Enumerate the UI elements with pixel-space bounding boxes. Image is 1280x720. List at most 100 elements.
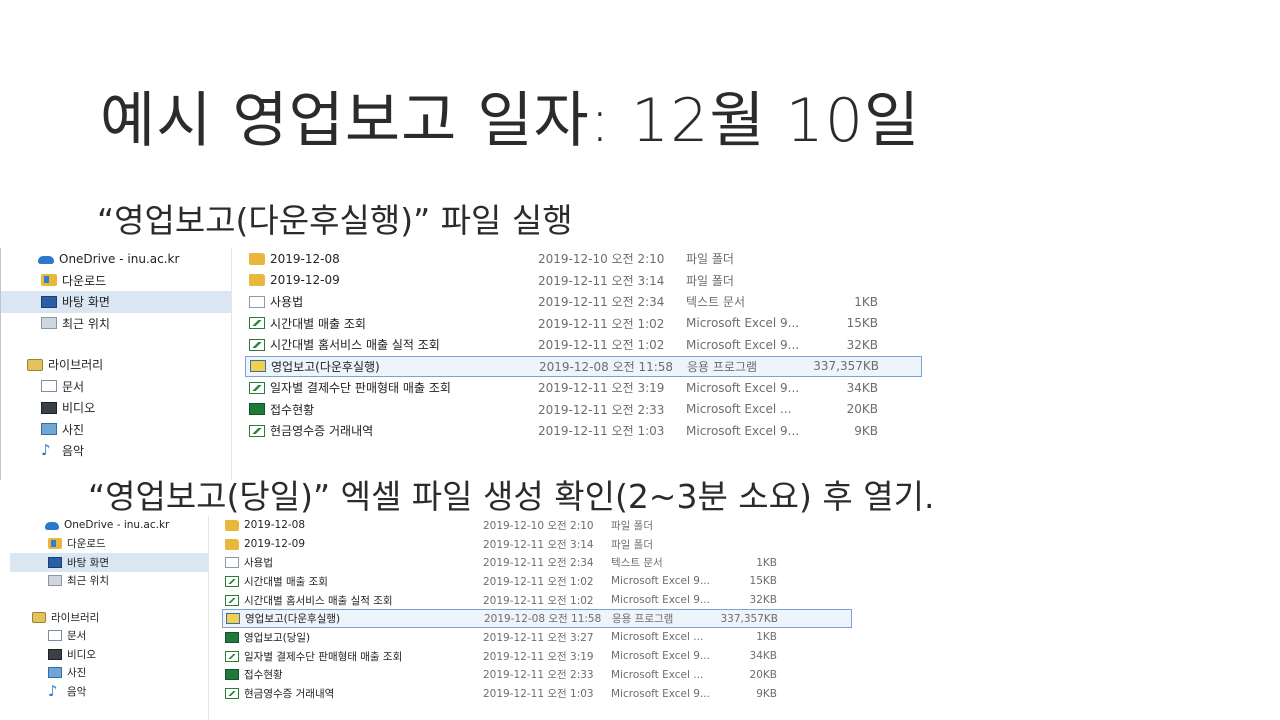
nav-item-documents[interactable]: 문서 (10, 627, 208, 646)
music-note-icon (41, 441, 57, 459)
music-note-icon (48, 682, 62, 700)
file-row[interactable]: 접수현황 2019-12-11 오전 2:33 Microsoft Excel ..… (245, 399, 922, 421)
file-size: 34KB (846, 380, 878, 395)
nav-item-desktop[interactable]: 바탕 화면 (1, 291, 231, 313)
file-size (711, 516, 777, 535)
file-name-cell: 접수현황 (225, 666, 475, 685)
file-type: Microsoft Excel 9... (686, 316, 798, 331)
nav-item-libraries[interactable]: 라이브러리 (1, 354, 231, 376)
slide-title: 예시 영업보고 일자: 12월 10일 (100, 86, 921, 156)
onedrive-cloud-icon (38, 255, 54, 264)
downloads-folder-icon (41, 274, 57, 287)
nav-item-recent[interactable]: 최근 위치 (1, 313, 231, 335)
file-size (711, 535, 777, 554)
nav-label: 사진 (67, 667, 87, 680)
file-date: 2019-12-11 오전 3:14 (538, 273, 665, 288)
file-list: 2019-12-08 2019-12-10 오전 2:10 파일 폴더 2019-12… (245, 248, 922, 480)
file-row[interactable]: 시간대별 매출 조회 2019-12-11 오전 1:02 Microsoft Ex… (245, 313, 922, 335)
file-row[interactable]: 2019-12-09 2019-12-11 오전 3:14 파일 폴더 (245, 270, 922, 292)
file-size (800, 248, 878, 270)
file-name: 2019-12-08 (270, 251, 340, 266)
file-row[interactable]: 접수현황 2019-12-11 오전 2:33 Microsoft Excel ..… (222, 666, 852, 685)
file-name-cell: 영업보고(다운후실행) (226, 610, 476, 627)
file-row[interactable]: 영업보고(당일) 2019-12-11 오전 3:27 Microsoft Exce… (222, 628, 852, 647)
file-size: 20KB (846, 402, 878, 417)
file-name-cell: 시간대별 홈서비스 매출 실적 조회 (249, 334, 534, 356)
recent-places-icon (41, 317, 57, 330)
file-size (800, 270, 878, 292)
nav-label: 비디오 (62, 401, 96, 416)
file-name-cell: 2019-12-09 (225, 535, 475, 554)
file-type: 파일 폴더 (686, 273, 734, 288)
file-row[interactable]: 2019-12-08 2019-12-10 오전 2:10 파일 폴더 (245, 248, 922, 270)
file-row[interactable]: 현금영수증 거래내역 2019-12-11 오전 1:03 Microsoft Ex… (245, 420, 922, 442)
nav-item-downloads[interactable]: 다운로드 (1, 270, 231, 292)
nav-item-downloads[interactable]: 다운로드 (10, 535, 208, 554)
file-date: 2019-12-11 오전 1:02 (538, 316, 665, 331)
nav-label: 라이브러리 (48, 358, 104, 373)
excel-workbook-icon (225, 669, 239, 681)
nav-label: 비디오 (67, 648, 96, 661)
nav-item-pictures[interactable]: 사진 (10, 664, 208, 683)
file-row[interactable]: 사용법 2019-12-11 오전 2:34 텍스트 문서 1KB (222, 553, 852, 572)
nav-item-videos[interactable]: 비디오 (10, 645, 208, 664)
file-size: 9KB (756, 687, 777, 700)
nav-label: 음악 (62, 444, 85, 459)
file-type: Microsoft Excel 9... (611, 650, 709, 663)
desktop-icon (48, 556, 62, 568)
file-size: 1KB (756, 631, 777, 644)
step2-caption: “영업보고(당일)” 엑셀 파일 생성 확인(2~3분 소요) 후 열기. (88, 477, 935, 516)
file-type: Microsoft Excel ... (611, 631, 704, 644)
text-file-icon (249, 295, 265, 308)
file-name: 2019-12-09 (244, 538, 306, 551)
file-row[interactable]: 사용법 2019-12-11 오전 2:34 텍스트 문서 1KB (245, 291, 922, 313)
file-row[interactable]: 일자별 결제수단 판매형태 매출 조회 2019-12-11 오전 3:19 Mic… (245, 377, 922, 399)
nav-label: 바탕 화면 (62, 295, 110, 310)
nav-item-documents[interactable]: 문서 (1, 376, 231, 398)
nav-item-desktop[interactable]: 바탕 화면 (10, 553, 208, 572)
file-size: 1KB (756, 556, 777, 569)
file-row[interactable]: 영업보고(다운후실행) 2019-12-08 오전 11:58 응용 프로그램 337… (222, 609, 852, 629)
nav-item-libraries[interactable]: 라이브러리 (10, 608, 208, 627)
file-list: 2019-12-08 2019-12-10 오전 2:10 파일 폴더 2019-12… (222, 516, 852, 720)
desktop-icon (41, 295, 57, 308)
file-row[interactable]: 2019-12-09 2019-12-11 오전 3:14 파일 폴더 (222, 535, 852, 554)
file-type: Microsoft Excel 9... (611, 687, 709, 700)
file-row[interactable]: 시간대별 홈서비스 매출 실적 조회 2019-12-11 오전 1:02 Micr… (245, 334, 922, 356)
file-name-cell: 영업보고(당일) (225, 628, 475, 647)
excel-file-icon (249, 338, 265, 351)
nav-label: 음악 (67, 685, 87, 698)
file-row[interactable]: 영업보고(다운후실행) 2019-12-08 오전 11:58 응용 프로그램 337… (245, 355, 922, 377)
file-type: 파일 폴더 (686, 252, 734, 267)
nav-label: 최근 위치 (62, 316, 110, 331)
libraries-icon (32, 611, 46, 623)
file-row[interactable]: 시간대별 매출 조회 2019-12-11 오전 1:02 Microsoft Ex… (222, 572, 852, 591)
file-date: 2019-12-08 오전 11:58 (484, 613, 602, 626)
file-type: Microsoft Excel ... (686, 402, 792, 417)
file-date: 2019-12-11 오전 2:34 (538, 295, 665, 310)
file-row[interactable]: 현금영수증 거래내역 2019-12-11 오전 1:03 Microsoft Ex… (222, 684, 852, 703)
nav-item-music[interactable]: 음악 (1, 440, 231, 462)
nav-item-onedrive[interactable]: OneDrive - inu.ac.kr (1, 248, 231, 270)
nav-item-onedrive[interactable]: OneDrive - inu.ac.kr (10, 516, 208, 535)
file-size: 337,357KB (813, 359, 879, 374)
file-name-cell: 영업보고(다운후실행) (250, 357, 535, 377)
file-size: 1KB (854, 294, 878, 309)
file-date: 2019-12-11 오전 1:02 (483, 575, 594, 588)
file-explorer-after: OneDrive - inu.ac.kr 다운로드 바탕 화면 최근 위치 라이… (10, 516, 852, 720)
file-date: 2019-12-11 오전 3:27 (483, 631, 594, 644)
file-type: 텍스트 문서 (611, 557, 663, 570)
application-icon (226, 613, 240, 625)
file-type: Microsoft Excel 9... (686, 423, 798, 438)
file-row[interactable]: 시간대별 홈서비스 매출 실적 조회 2019-12-11 오전 1:02 Micr… (222, 591, 852, 610)
file-row[interactable]: 2019-12-08 2019-12-10 오전 2:10 파일 폴더 (222, 516, 852, 535)
nav-item-music[interactable]: 음악 (10, 682, 208, 701)
file-size: 32KB (846, 337, 878, 352)
nav-item-recent[interactable]: 최근 위치 (10, 572, 208, 591)
file-name: 2019-12-08 (244, 519, 306, 532)
file-size: 9KB (854, 423, 878, 438)
nav-item-videos[interactable]: 비디오 (1, 397, 231, 419)
file-row[interactable]: 일자별 결제수단 판매형태 매출 조회 2019-12-11 오전 3:19 Mic… (222, 647, 852, 666)
file-name: 시간대별 매출 조회 (244, 575, 328, 588)
nav-item-pictures[interactable]: 사진 (1, 419, 231, 441)
